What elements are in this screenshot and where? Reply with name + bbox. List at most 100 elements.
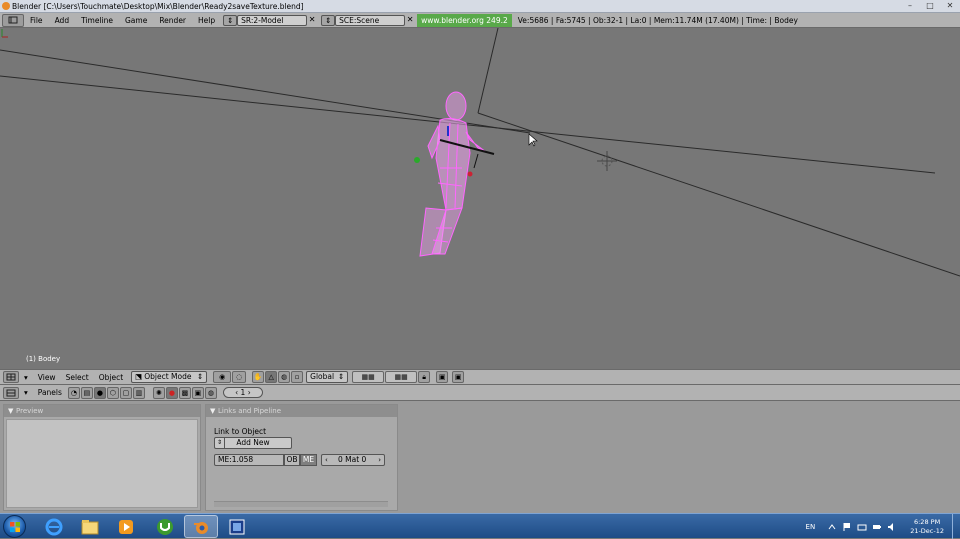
scene-edge <box>477 28 499 114</box>
active-object-label: (1) Bodey <box>26 355 61 363</box>
script-context-button[interactable]: ▤ <box>80 386 93 399</box>
menu-add[interactable]: Add <box>49 16 76 25</box>
clock[interactable]: 6:28 PM 21-Dec-12 <box>902 518 952 536</box>
taskbar-explorer[interactable] <box>73 515 107 538</box>
chevron-left-icon: ‹ <box>325 456 328 464</box>
3d-view-header: ▾ View Select Object ⬔ Object Mode ⇕ ◉ ◌… <box>0 369 960 385</box>
mode-select-label: Object Mode <box>144 372 192 381</box>
link-me-button[interactable]: ME <box>300 454 317 466</box>
mode-select[interactable]: ⬔ Object Mode ⇕ <box>131 371 208 383</box>
taskbar-blender[interactable] <box>184 515 218 538</box>
editing-context-button[interactable]: ▢ <box>119 386 132 399</box>
menu-panels[interactable]: Panels <box>33 388 67 397</box>
minimize-button[interactable]: – <box>900 0 920 13</box>
radio-subcontext-button[interactable]: ▣ <box>191 386 204 399</box>
scene-name-field[interactable]: SCE:Scene <box>335 14 406 26</box>
menu-file[interactable]: File <box>24 16 49 25</box>
taskbar-media-player[interactable] <box>109 515 143 538</box>
rotate-manipulator[interactable]: ◍ <box>278 371 291 383</box>
object-origin-marker <box>467 171 473 177</box>
internet-explorer-icon <box>45 518 63 535</box>
translate-manipulator[interactable]: △ <box>265 371 278 383</box>
material-subcontext-button[interactable]: ● <box>165 386 178 399</box>
menu-view[interactable]: View <box>33 373 61 382</box>
menu-select[interactable]: Select <box>61 373 94 382</box>
preview-panel: ▼ Preview <box>3 404 201 511</box>
menu-help[interactable]: Help <box>192 16 221 25</box>
image-viewer-icon <box>229 519 245 534</box>
manipulator-toggle[interactable]: ✋ <box>252 371 265 383</box>
3d-viewport[interactable]: (1) Bodey <box>0 28 960 369</box>
world-subcontext-button[interactable]: ◍ <box>204 386 217 399</box>
start-button[interactable] <box>3 515 26 538</box>
media-player-icon <box>119 519 133 534</box>
layer-buttons-2[interactable]: ▦▦ <box>385 371 418 383</box>
screen-delete-icon[interactable]: ✕ <box>307 15 317 26</box>
logic-context-button[interactable]: ◔ <box>67 386 80 399</box>
buttons-window-icon <box>6 389 16 396</box>
render-button[interactable]: ▣ <box>436 371 449 383</box>
collapse-menu-icon[interactable]: ▾ <box>19 373 33 382</box>
clock-time: 6:28 PM <box>913 517 941 526</box>
taskbar-ie[interactable] <box>37 515 71 538</box>
frame-number-field[interactable]: ‹ 1 › <box>222 387 263 398</box>
pivot-button[interactable]: ◌ <box>232 371 247 383</box>
links-panel-title: Links and Pipeline <box>218 407 281 415</box>
orientation-select[interactable]: Global ⇕ <box>306 371 349 383</box>
screen-browse-button[interactable]: ⇕ <box>223 14 238 26</box>
taskbar-paint[interactable] <box>220 515 254 538</box>
material-index-field[interactable]: ‹ 0 Mat 0 › <box>321 454 385 466</box>
character-wireframe[interactable] <box>419 91 487 257</box>
texture-subcontext-button[interactable]: ▩ <box>178 386 191 399</box>
link-to-object-label: Link to Object <box>214 427 267 436</box>
windows-taskbar: EN 6:28 PM 21-Dec-12 <box>0 513 960 539</box>
window-type-button[interactable] <box>2 13 24 27</box>
lock-button[interactable]: 🔒︎ <box>418 371 431 383</box>
chevron-right-icon: › <box>378 456 381 464</box>
editing-icon: ▢ <box>122 388 130 397</box>
scene-context-button[interactable]: ▥ <box>132 386 145 399</box>
network-icon[interactable] <box>857 522 867 532</box>
window-type-button[interactable] <box>3 371 19 383</box>
menu-timeline[interactable]: Timeline <box>75 16 119 25</box>
layer-buttons-1[interactable]: ▦▦ <box>352 371 385 383</box>
show-desktop-button[interactable] <box>952 514 960 539</box>
mesh-datablock-field[interactable]: ME:1.058 <box>214 454 284 466</box>
material-icon: ● <box>168 388 175 397</box>
battery-icon[interactable] <box>872 522 882 532</box>
window-type-button[interactable] <box>3 386 19 399</box>
menu-object[interactable]: Object <box>94 373 128 382</box>
link-ob-button[interactable]: OB <box>284 454 300 466</box>
draw-type-button[interactable]: ◉ <box>213 371 232 383</box>
language-indicator[interactable]: EN <box>806 523 828 531</box>
scene-browse-button[interactable]: ⇕ <box>321 14 336 26</box>
object-context-button[interactable]: ⬡ <box>106 386 119 399</box>
image-icon: ▣ <box>454 373 462 381</box>
menu-render[interactable]: Render <box>153 16 192 25</box>
collapse-menu-icon[interactable]: ▾ <box>19 388 33 397</box>
links-panel-header[interactable]: ▼ Links and Pipeline <box>206 405 397 417</box>
scale-manipulator[interactable]: ▫ <box>291 371 304 383</box>
show-hidden-icon[interactable] <box>827 522 837 532</box>
grid-view-icon <box>6 373 16 381</box>
taskbar-utorrent[interactable] <box>148 515 182 538</box>
radiosity-icon: ▣ <box>194 388 202 397</box>
add-new-material-button[interactable]: ⇕ Add New <box>214 437 292 449</box>
chevron-updown-icon[interactable]: ⇕ <box>215 438 225 448</box>
blender-link[interactable]: www.blender.org 249.2 <box>417 13 512 27</box>
windows-flag-icon <box>10 522 20 532</box>
lock-icon: 🔒︎ <box>422 372 427 381</box>
scene-delete-icon[interactable]: ✕ <box>405 15 415 26</box>
preview-panel-header[interactable]: ▼ Preview <box>4 405 200 417</box>
lamp-subcontext-button[interactable]: ✺ <box>152 386 165 399</box>
flag-icon[interactable] <box>842 522 852 532</box>
maximize-button[interactable]: □ <box>920 0 940 13</box>
screen-name-field[interactable]: SR:2-Model <box>237 14 308 26</box>
collapse-triangle-icon[interactable]: ▼ <box>210 405 215 417</box>
close-button[interactable]: ✕ <box>940 0 960 13</box>
collapse-triangle-icon[interactable]: ▼ <box>8 405 13 417</box>
opengl-render-button[interactable]: ▣ <box>452 371 465 383</box>
volume-icon[interactable] <box>887 522 897 532</box>
shading-context-button[interactable]: ● <box>93 386 106 399</box>
menu-game[interactable]: Game <box>119 16 153 25</box>
